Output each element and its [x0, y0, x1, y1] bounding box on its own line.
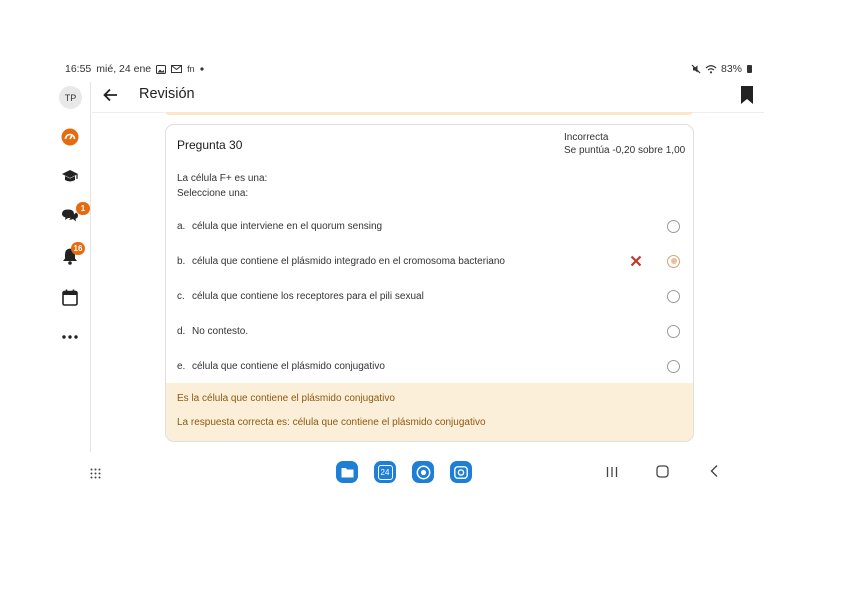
question-stem: La célula F+ es una:	[177, 173, 268, 184]
courses-icon[interactable]	[60, 167, 80, 187]
status-bar-left: 16:55 mié, 24 ene fn	[65, 63, 204, 75]
messages-badge: 1	[76, 202, 90, 215]
home-button[interactable]	[656, 465, 669, 483]
general-feedback: Es la célula que contiene el plásmido co…	[177, 393, 395, 404]
calendar-icon[interactable]	[60, 287, 80, 307]
question-prompt: Seleccione una:	[177, 188, 249, 199]
option-radio[interactable]	[667, 219, 680, 233]
bookmark-icon	[741, 86, 753, 104]
previous-question-card-edge	[166, 112, 692, 115]
question-card: Pregunta 30 Incorrecta Se puntúa -0,20 s…	[165, 124, 694, 442]
messages-icon[interactable]: 1	[60, 202, 90, 226]
chevron-left-icon	[710, 465, 718, 477]
image-icon	[156, 64, 167, 74]
bookmark-button[interactable]	[739, 85, 757, 105]
mute-icon	[691, 64, 701, 74]
option-letter: d.	[177, 325, 186, 337]
answer-option-a[interactable]: a. célula que interviene en el quorum se…	[166, 209, 693, 243]
more-icon[interactable]	[60, 327, 80, 347]
answer-option-c[interactable]: c. célula que contiene los receptores pa…	[166, 279, 693, 313]
option-letter: c.	[177, 290, 185, 302]
answer-option-e[interactable]: e. célula que contiene el plásmido conju…	[166, 349, 693, 383]
question-state: Incorrecta	[564, 132, 609, 143]
option-text: célula que contiene el plásmido integrad…	[192, 255, 505, 267]
option-letter: b.	[177, 255, 186, 267]
option-radio[interactable]	[667, 289, 680, 303]
app-drawer-icon[interactable]	[90, 466, 101, 484]
system-back-button[interactable]	[709, 464, 719, 483]
question-status: Incorrecta Se puntúa -0,20 sobre 1,00	[564, 131, 685, 157]
chrome-app-icon[interactable]	[412, 461, 434, 483]
arrow-left-icon	[103, 88, 117, 102]
back-button[interactable]	[101, 85, 121, 105]
option-radio[interactable]	[667, 359, 680, 373]
battery-icon	[747, 65, 752, 73]
wifi-icon	[705, 65, 717, 74]
status-time: 16:55	[65, 63, 92, 75]
avatar[interactable]: TP	[59, 86, 82, 109]
question-text: La célula F+ es una: Seleccione una:	[177, 171, 267, 201]
recent-apps-icon	[606, 467, 618, 477]
calendar-app-day: 24	[377, 464, 393, 480]
recent-apps-button[interactable]	[606, 465, 618, 483]
option-text: célula que interviene en el quorum sensi…	[192, 220, 383, 232]
files-app-icon[interactable]	[336, 461, 358, 483]
calendar-app-icon[interactable]: 24	[374, 461, 396, 483]
incorrect-icon	[630, 255, 642, 267]
fn-icon: fn	[187, 64, 195, 74]
dot-icon	[200, 67, 204, 71]
home-icon	[656, 465, 669, 478]
answer-option-d[interactable]: d. No contesto.	[166, 314, 693, 348]
status-date: mié, 24 ene	[96, 63, 152, 75]
option-text: No contesto.	[192, 325, 249, 337]
camera-app-icon[interactable]	[450, 461, 472, 483]
feedback-box: Es la célula que contiene el plásmido co…	[166, 383, 693, 441]
dashboard-icon[interactable]	[60, 127, 80, 147]
option-letter: a.	[177, 220, 186, 232]
answer-option-b[interactable]: b. célula que contiene el plásmido integ…	[166, 244, 693, 278]
option-radio[interactable]	[667, 324, 680, 338]
question-grade: Se puntúa -0,20 sobre 1,00	[564, 145, 686, 156]
page-title: Revisión	[139, 86, 195, 102]
battery-level: 83%	[720, 63, 742, 75]
gmail-icon	[171, 65, 183, 73]
notifications-icon[interactable]: 16	[60, 242, 85, 266]
option-letter: e.	[177, 360, 186, 372]
option-text: célula que contiene el plásmido conjugat…	[192, 360, 385, 372]
right-answer: La respuesta correcta es: célula que con…	[177, 417, 486, 428]
question-title: Pregunta 30	[177, 138, 243, 152]
option-radio[interactable]	[667, 254, 680, 268]
status-bar-right: 83%	[691, 63, 752, 75]
option-text: célula que contiene los receptores para …	[192, 290, 424, 302]
notifications-badge: 16	[71, 242, 85, 255]
